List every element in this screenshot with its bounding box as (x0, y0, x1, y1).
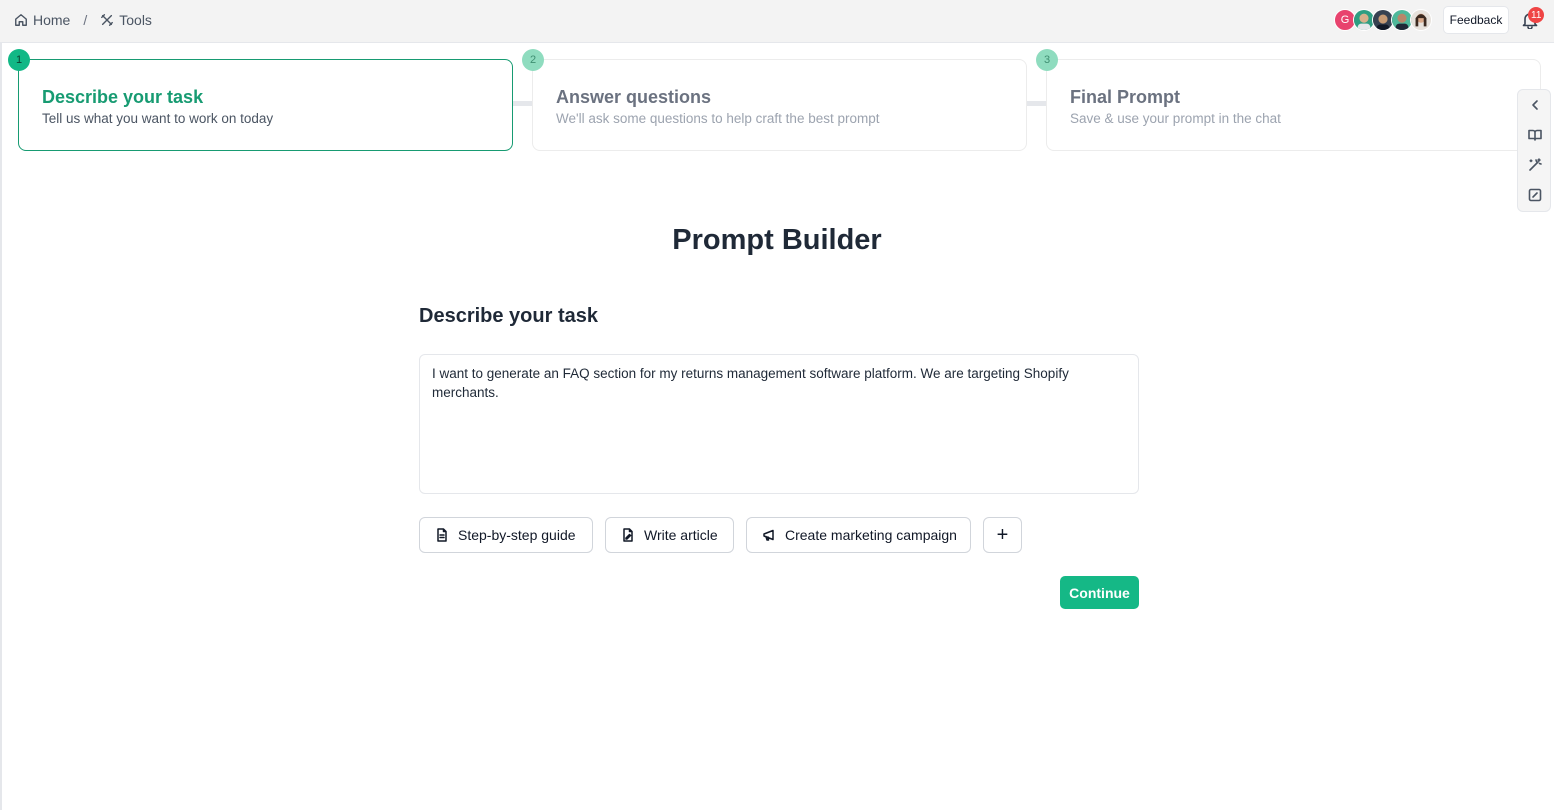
breadcrumb-tools[interactable]: Tools (100, 12, 152, 28)
section-title: Describe your task (419, 305, 598, 327)
chip-label: Step-by-step guide (458, 527, 576, 543)
step-number: 1 (8, 49, 30, 71)
create-marketing-campaign-button[interactable]: Create marketing campaign (746, 517, 971, 553)
breadcrumb-tools-label: Tools (119, 12, 152, 28)
chevron-left-icon (1532, 100, 1538, 110)
breadcrumb: Home / Tools (14, 0, 152, 40)
write-article-button[interactable]: Write article (605, 517, 734, 553)
breadcrumb-separator: / (83, 12, 88, 28)
step-title: Describe your task (42, 87, 204, 107)
collapse-panel-button[interactable] (1526, 96, 1544, 114)
tools-icon (101, 14, 114, 26)
step-connector (512, 101, 534, 106)
top-bar: Home / Tools G Feedback 11 (0, 0, 1554, 43)
edit-square-icon (1528, 188, 1542, 202)
step-number: 3 (1036, 49, 1058, 71)
page-left-border (0, 43, 2, 810)
page-title: Prompt Builder (672, 224, 882, 256)
edit-button[interactable] (1526, 186, 1544, 204)
megaphone-icon (763, 529, 774, 541)
magic-wand-icon (1529, 158, 1542, 171)
breadcrumb-home[interactable]: Home (14, 12, 70, 28)
step-by-step-guide-button[interactable]: Step-by-step guide (419, 517, 593, 553)
breadcrumb-home-label: Home (33, 12, 71, 28)
task-description-input[interactable]: I want to generate an FAQ section for my… (419, 354, 1139, 494)
collaborator-avatars[interactable]: G (1334, 9, 1432, 31)
library-button[interactable] (1526, 126, 1544, 144)
step-subtitle: Tell us what you want to work on today (42, 111, 274, 126)
avatar[interactable] (1410, 9, 1432, 31)
home-icon (15, 14, 27, 26)
step-final-prompt[interactable]: Final Prompt Save & use your prompt in t… (1046, 59, 1541, 151)
continue-button[interactable]: Continue (1060, 576, 1139, 609)
feedback-button[interactable]: Feedback (1443, 6, 1509, 34)
step-describe-task[interactable]: Describe your task Tell us what you want… (18, 59, 513, 151)
step-title: Final Prompt (1070, 87, 1181, 107)
step-subtitle: We'll ask some questions to help craft t… (556, 111, 880, 126)
chip-label: Create marketing campaign (785, 527, 957, 543)
document-icon (437, 528, 447, 542)
chip-label: Write article (644, 527, 718, 543)
step-title: Answer questions (556, 87, 712, 107)
step-subtitle: Save & use your prompt in the chat (1070, 111, 1281, 126)
side-toolbar (1517, 89, 1551, 212)
notification-badge: 11 (1528, 7, 1545, 23)
book-icon (1528, 129, 1542, 141)
add-template-button[interactable]: + (983, 517, 1022, 553)
step-answer-questions[interactable]: Answer questions We'll ask some question… (532, 59, 1027, 151)
step-connector (1026, 101, 1048, 106)
step-number: 2 (522, 49, 544, 71)
magic-button[interactable] (1526, 156, 1544, 174)
file-pen-icon (623, 528, 633, 542)
